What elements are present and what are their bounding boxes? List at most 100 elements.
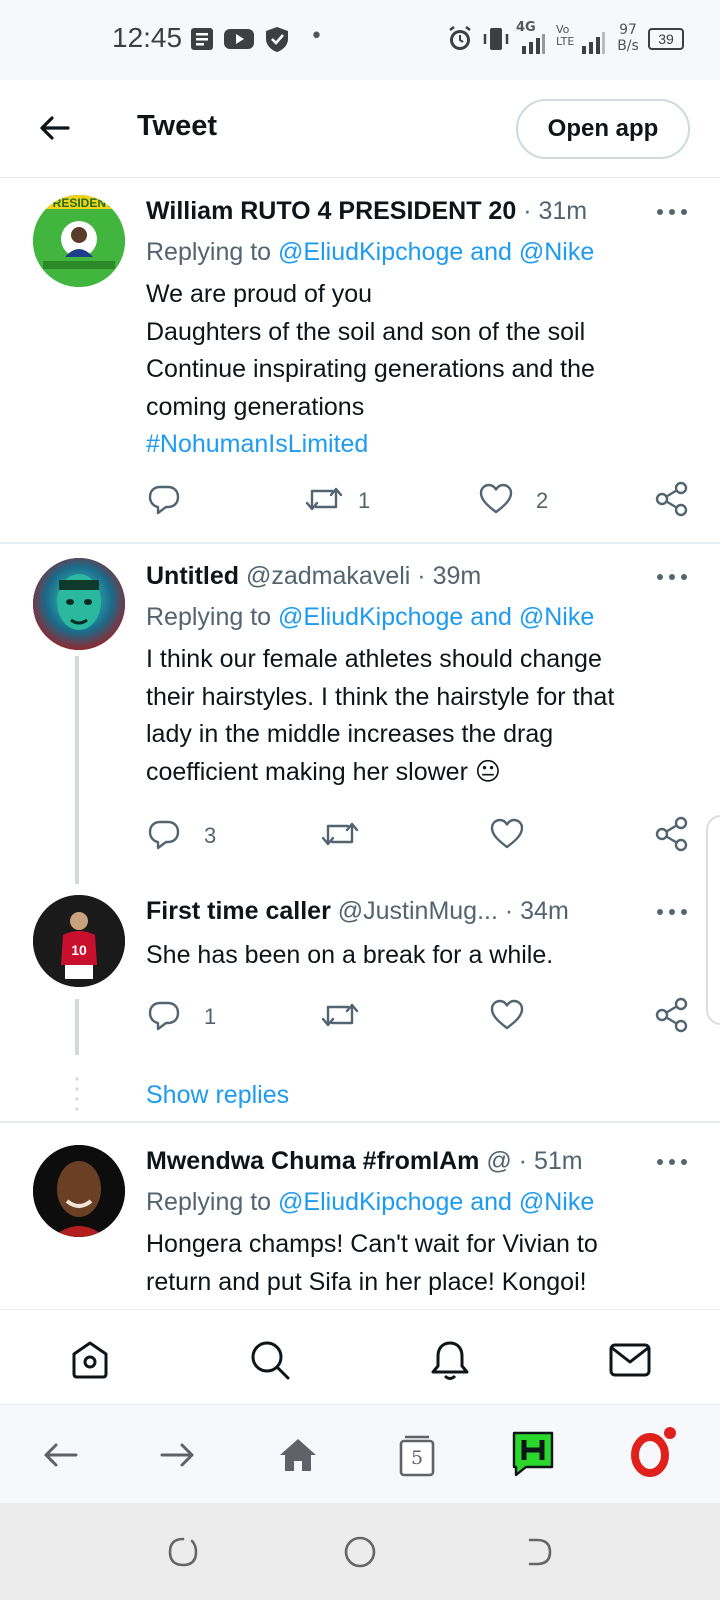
- retweet-button[interactable]: 1: [304, 481, 394, 521]
- tweet-meta: First time caller @JustinMug... · 34m: [146, 897, 616, 926]
- tweet-time: · 51m: [518, 1147, 583, 1175]
- svg-text:10: 10: [71, 942, 87, 958]
- youtube-icon: [224, 29, 254, 49]
- retweet-icon: [305, 487, 343, 511]
- more-options-icon[interactable]: [652, 567, 692, 587]
- tabs-button[interactable]: 5: [394, 1433, 438, 1477]
- retweet-icon: [321, 822, 359, 846]
- alarm-icon: [449, 26, 471, 50]
- show-replies-link[interactable]: Show replies: [146, 1081, 289, 1110]
- shield-icon: [266, 27, 288, 52]
- status-time: 12:45: [112, 22, 183, 53]
- twitter-bottom-nav: [0, 1309, 720, 1405]
- tweet-time: · 39m: [417, 562, 482, 590]
- share-icon: [655, 997, 688, 1033]
- more-options-icon[interactable]: [652, 202, 692, 222]
- author-handle: @JustinMug...: [337, 897, 498, 925]
- replying-to: Replying to @EliudKipchoge and @Nike: [146, 238, 595, 266]
- tweet-meta: Untitled @zadmakaveli · 39m: [146, 562, 481, 591]
- battery-indicator: 39: [648, 28, 684, 50]
- share-button[interactable]: [654, 816, 690, 856]
- tweet-item[interactable]: PRESIDENT William RUTO 4 PRESIDENT 20 · …: [0, 179, 720, 543]
- app-shortcut-icon[interactable]: [510, 1429, 556, 1477]
- avatar-image: 10: [33, 895, 125, 987]
- share-button[interactable]: [654, 997, 690, 1037]
- avatar[interactable]: [33, 558, 125, 650]
- avatar[interactable]: [33, 1145, 125, 1237]
- search-icon[interactable]: [248, 1338, 292, 1382]
- avatar[interactable]: 10: [33, 895, 125, 987]
- browser-home-icon[interactable]: [276, 1433, 320, 1477]
- browser-forward-icon[interactable]: [156, 1433, 200, 1477]
- tweet-text: We are proud of you Daughters of the soi…: [146, 276, 686, 464]
- retweet-button[interactable]: [320, 816, 360, 856]
- like-button[interactable]: [489, 816, 525, 856]
- reply-targets-link[interactable]: @EliudKipchoge and @Nike: [278, 238, 594, 266]
- retweet-count: 1: [358, 488, 371, 513]
- home-icon[interactable]: [68, 1338, 112, 1382]
- page-title: Tweet: [137, 110, 218, 142]
- tweet-item[interactable]: Untitled @zadmakaveli · 39m Replying to …: [0, 544, 720, 884]
- tweet-meta: Mwendwa Chuma #fromIAm @ · 51m: [146, 1147, 583, 1176]
- share-icon: [655, 481, 688, 517]
- hashtag-link[interactable]: #NohumanIsLimited: [146, 426, 686, 464]
- recent-apps-icon[interactable]: [166, 1535, 200, 1569]
- vibrate-icon: [483, 28, 509, 50]
- avatar-image: [33, 558, 125, 650]
- heart-icon: [490, 818, 524, 849]
- signal-icon-2: [582, 32, 605, 54]
- tweet-meta: William RUTO 4 PRESIDENT 20 · 31m: [146, 197, 587, 226]
- reply-button[interactable]: 3: [146, 816, 236, 856]
- tweet-item[interactable]: 10 First time caller @JustinMug... · 34m…: [0, 889, 720, 1129]
- author-handle: @: [486, 1147, 512, 1175]
- tweet-header: Tweet Open app: [0, 80, 720, 178]
- author-name[interactable]: Mwendwa Chuma #fromIAm: [146, 1147, 479, 1175]
- reply-icon: [148, 820, 180, 850]
- reply-count: 3: [204, 823, 217, 848]
- reply-button[interactable]: 1: [146, 997, 236, 1037]
- reply-feed: PRESIDENT William RUTO 4 PRESIDENT 20 · …: [0, 179, 720, 1309]
- retweet-icon: [321, 1003, 359, 1027]
- opera-icon[interactable]: [630, 1425, 678, 1477]
- more-options-icon[interactable]: [652, 1152, 692, 1172]
- system-back-icon[interactable]: [520, 1535, 554, 1569]
- volte-label: Vo LTE: [556, 23, 575, 48]
- author-name[interactable]: William RUTO 4 PRESIDENT 20: [146, 197, 516, 225]
- avatar[interactable]: PRESIDENT: [33, 195, 125, 287]
- notifications-icon[interactable]: [428, 1338, 472, 1382]
- tab-count: 5: [410, 1447, 424, 1469]
- reply-icon: [148, 485, 180, 515]
- like-count: 2: [536, 488, 549, 513]
- avatar-image: PRESIDENT: [33, 195, 125, 287]
- browser-back-icon[interactable]: [38, 1433, 82, 1477]
- system-home-icon[interactable]: [343, 1535, 377, 1569]
- tweet-item[interactable]: Mwendwa Chuma #fromIAm @ · 51m Replying …: [0, 1123, 720, 1309]
- neutral-face-emoji: 😐: [474, 757, 501, 786]
- more-options-icon[interactable]: [652, 902, 692, 922]
- heart-icon: [490, 999, 524, 1030]
- messages-icon[interactable]: [608, 1338, 652, 1382]
- avatar-image: [33, 1145, 125, 1237]
- author-name[interactable]: Untitled: [146, 562, 239, 590]
- edge-panel-handle[interactable]: [706, 815, 720, 1025]
- thread-dots: [75, 1077, 79, 1111]
- reply-button[interactable]: [146, 481, 206, 521]
- open-app-button[interactable]: Open app: [516, 99, 690, 159]
- like-button[interactable]: [489, 997, 525, 1037]
- tweet-text: I think our female athletes should chang…: [146, 645, 615, 786]
- retweet-button[interactable]: [320, 997, 360, 1037]
- thread-line: [75, 999, 79, 1055]
- tweet-time: · 31m: [523, 197, 588, 225]
- replying-to: Replying to @EliudKipchoge and @Nike: [146, 1188, 595, 1216]
- like-button[interactable]: 2: [478, 481, 568, 521]
- svg-text:PRESIDENT: PRESIDENT: [45, 196, 114, 210]
- reply-targets-link[interactable]: @EliudKipchoge and @Nike: [278, 1188, 594, 1216]
- heart-icon: [479, 483, 513, 514]
- net-speed: 97 B/s: [617, 22, 639, 54]
- author-name[interactable]: First time caller: [146, 897, 331, 925]
- reply-targets-link[interactable]: @EliudKipchoge and @Nike: [278, 603, 594, 631]
- share-button[interactable]: [654, 481, 690, 521]
- back-arrow-icon[interactable]: [34, 108, 74, 148]
- share-icon: [655, 816, 688, 852]
- dot-indicator: •: [310, 24, 323, 49]
